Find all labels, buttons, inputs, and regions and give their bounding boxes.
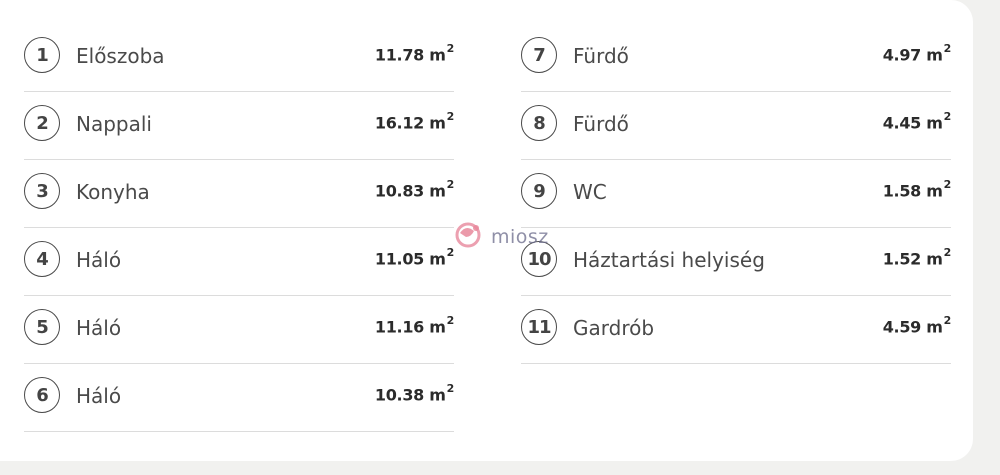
room-number-badge: 9 — [521, 173, 557, 209]
area-unit-exponent: 2 — [446, 42, 455, 55]
area-unit-exponent: 2 — [446, 382, 455, 395]
room-name: Háztartási helyiség — [573, 248, 765, 272]
area-unit-exponent: 2 — [943, 178, 952, 191]
room-area: 11.05 m2 — [374, 246, 454, 269]
room-number-badge: 1 — [24, 37, 60, 73]
room-number-badge: 5 — [24, 309, 60, 345]
watermark-text: miosz — [491, 226, 549, 248]
room-row: 8 Fürdő 4.45 m2 — [521, 92, 951, 160]
room-area-value: 11.78 m — [374, 45, 446, 65]
room-area: 11.16 m2 — [374, 314, 455, 337]
room-name: Háló — [76, 384, 122, 408]
area-unit-exponent: 2 — [943, 110, 952, 123]
room-name: Gardrób — [573, 316, 655, 340]
room-area: 1.52 m2 — [882, 246, 952, 269]
room-name: Fürdő — [573, 44, 629, 68]
room-name: Nappali — [76, 112, 152, 136]
room-area: 10.83 m2 — [374, 178, 455, 201]
room-name: Előszoba — [76, 44, 165, 68]
room-row: 10 Háztartási helyiség 1.52 m2 — [521, 228, 951, 296]
room-area-value: 11.16 m — [374, 317, 446, 337]
room-row: 7 Fürdő 4.97 m2 — [521, 24, 951, 92]
room-area-value: 4.97 m — [882, 45, 943, 65]
area-unit-exponent: 2 — [446, 110, 455, 123]
room-row: 1 Előszoba 11.78 m2 — [24, 24, 454, 92]
room-area-value: 16.12 m — [374, 113, 446, 133]
room-area: 4.45 m2 — [882, 110, 952, 133]
room-row: 6 Háló 10.38 m2 — [24, 364, 454, 432]
room-number-badge: 6 — [24, 377, 60, 413]
room-name: Konyha — [76, 180, 150, 204]
room-area-value: 4.45 m — [882, 113, 943, 133]
room-area: 4.97 m2 — [882, 42, 952, 65]
room-area: 1.58 m2 — [882, 178, 952, 201]
area-unit-exponent: 2 — [943, 42, 952, 55]
miosz-logo-icon — [452, 220, 488, 254]
room-area: 10.38 m2 — [374, 382, 455, 405]
room-number-badge: 4 — [24, 241, 60, 277]
room-area: 4.59 m2 — [882, 314, 952, 337]
room-area-value: 10.38 m — [374, 385, 446, 405]
area-unit-exponent: 2 — [446, 178, 455, 191]
room-list-card: 1 Előszoba 11.78 m2 2 Nappali 16.12 m2 3… — [0, 0, 973, 461]
area-unit-exponent: 2 — [943, 246, 952, 259]
area-unit-exponent: 2 — [943, 314, 952, 327]
room-row: 9 WC 1.58 m2 — [521, 160, 951, 228]
room-name: Háló — [76, 316, 122, 340]
room-row: 2 Nappali 16.12 m2 — [24, 92, 454, 160]
room-row: 11 Gardrób 4.59 m2 — [521, 296, 951, 364]
room-area: 16.12 m2 — [374, 110, 455, 133]
room-number-badge: 7 — [521, 37, 557, 73]
room-name: WC — [573, 180, 607, 204]
room-list-right: 7 Fürdő 4.97 m2 8 Fürdő 4.45 m2 9 WC 1.5… — [521, 24, 951, 364]
watermark: miosz — [452, 220, 549, 254]
room-number-badge: 8 — [521, 105, 557, 141]
room-row: 4 Háló 11.05 m2 — [24, 228, 454, 296]
room-area-value: 1.52 m — [882, 249, 943, 269]
room-row: 5 Háló 11.16 m2 — [24, 296, 454, 364]
room-area-value: 4.59 m — [882, 317, 943, 337]
room-list-left: 1 Előszoba 11.78 m2 2 Nappali 16.12 m2 3… — [24, 24, 454, 432]
area-unit-exponent: 2 — [446, 314, 455, 327]
room-area-value: 11.05 m — [374, 249, 446, 269]
room-row: 3 Konyha 10.83 m2 — [24, 160, 454, 228]
room-name: Fürdő — [573, 112, 629, 136]
room-area-value: 1.58 m — [882, 181, 943, 201]
room-name: Háló — [76, 248, 122, 272]
room-area: 11.78 m2 — [374, 42, 455, 65]
room-area-value: 10.83 m — [374, 181, 446, 201]
room-number-badge: 2 — [24, 105, 60, 141]
room-number-badge: 3 — [24, 173, 60, 209]
room-number-badge: 11 — [521, 309, 557, 345]
